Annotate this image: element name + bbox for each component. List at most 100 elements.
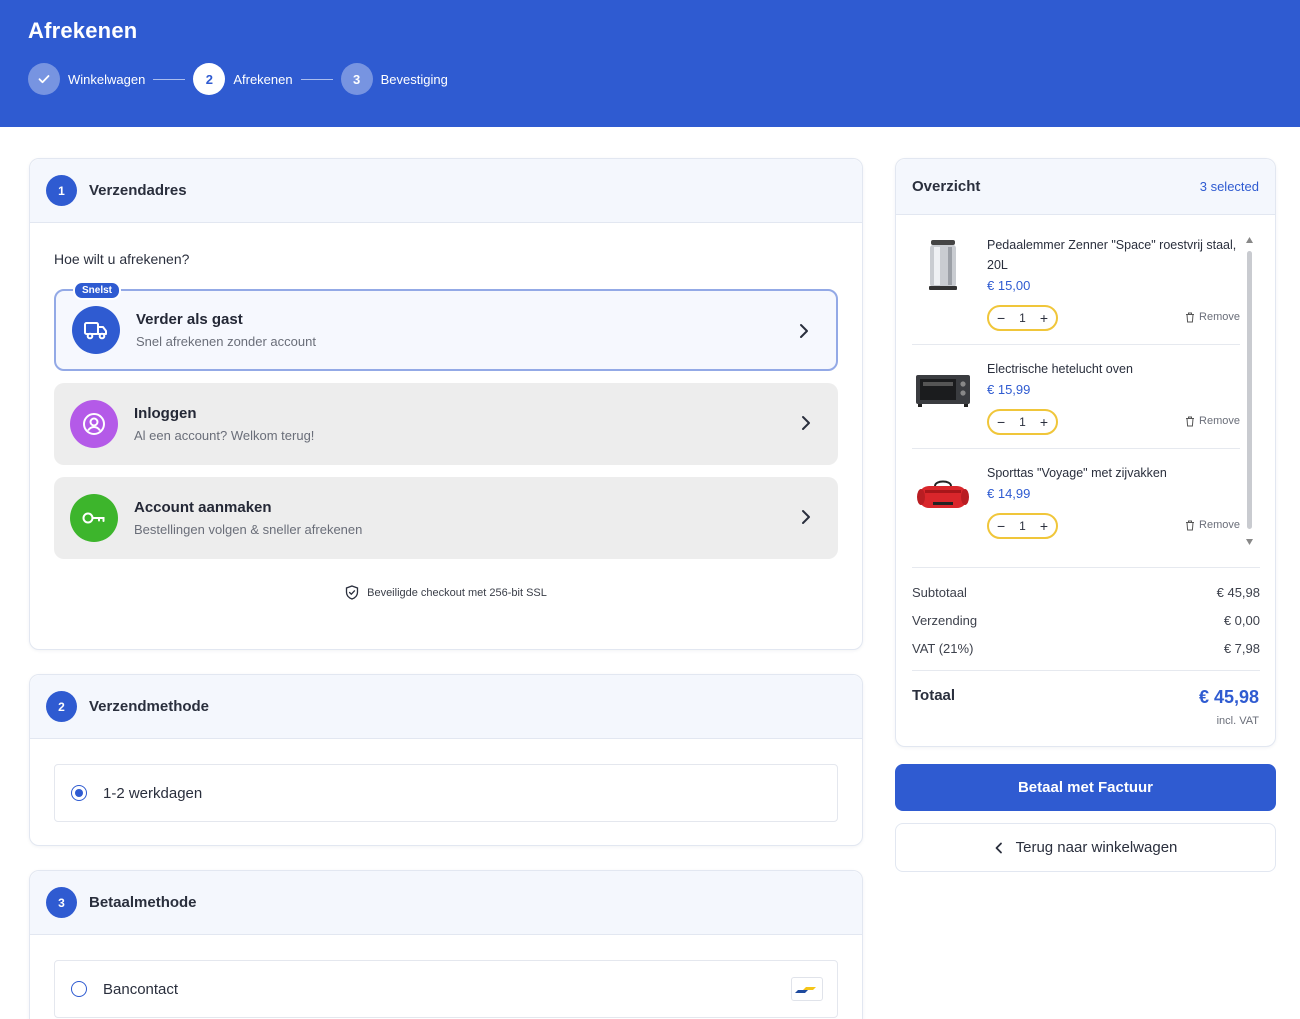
radio-selected[interactable] [71, 785, 87, 801]
totals-divider [912, 670, 1260, 671]
quantity-value: 1 [1019, 415, 1026, 429]
subtotal-value: € 45,98 [1216, 585, 1260, 600]
totals-divider [912, 567, 1260, 568]
step-afrekenen: 2 Afrekenen [193, 63, 293, 95]
radio-unselected[interactable] [71, 981, 87, 997]
option-subtitle: Bestellingen volgen & sneller afrekenen [134, 522, 363, 537]
trash-icon [1186, 312, 1195, 322]
summary-header: Overzicht 3 selected [896, 159, 1275, 215]
option-subtitle: Al een account? Welkom terug! [134, 428, 315, 443]
section-title: Verzendadres [89, 182, 187, 199]
section-number: 1 [46, 175, 77, 206]
shield-check-icon [345, 585, 359, 600]
vat-label: VAT (21%) [912, 641, 974, 656]
remove-label: Remove [1199, 519, 1240, 531]
header-bar: Afrekenen Winkelwagen 2 Afrekenen 3 Beve… [0, 0, 1300, 127]
item-name: Sporttas "Voyage" met zijvakken [987, 466, 1167, 480]
remove-button[interactable]: Remove [1185, 519, 1240, 531]
plus-icon[interactable]: + [1040, 415, 1048, 429]
step-connector [153, 78, 186, 80]
remove-label: Remove [1199, 415, 1240, 427]
checkout-question: Hoe wilt u afrekenen? [54, 251, 190, 267]
secure-text: Beveiligde checkout met 256-bit SSL [367, 586, 547, 599]
payment-option-label: Bancontact [103, 980, 179, 998]
quantity-stepper[interactable]: − 1 + [987, 409, 1058, 435]
payment-method-card: 3 Betaalmethode Bancontact [29, 870, 863, 1019]
option-subtitle: Snel afrekenen zonder account [136, 334, 316, 349]
option-title: Inloggen [134, 405, 197, 422]
quantity-stepper[interactable]: − 1 + [987, 305, 1058, 331]
item-divider [912, 448, 1240, 449]
guest-checkout-option[interactable]: Snelst Verder als gast Snel afrekenen zo… [54, 281, 838, 371]
create-account-option[interactable]: Account aanmaken Bestellingen volgen & s… [54, 477, 838, 559]
quantity-stepper[interactable]: − 1 + [987, 513, 1058, 539]
vat-value: € 7,98 [1223, 641, 1260, 656]
quantity-value: 1 [1019, 311, 1026, 325]
minus-icon[interactable]: − [997, 415, 1005, 429]
item-price: € 15,00 [987, 278, 1031, 293]
bancontact-logo-icon [791, 977, 823, 1001]
scroll-up-icon[interactable] [1246, 237, 1253, 243]
plus-icon[interactable]: + [1040, 519, 1048, 533]
step-label: Winkelwagen [68, 71, 146, 87]
item-divider [912, 344, 1240, 345]
option-title: Account aanmaken [134, 499, 272, 516]
login-option[interactable]: Inloggen Al een account? Welkom terug! [54, 383, 838, 465]
checkout-steps: Winkelwagen 2 Afrekenen 3 Bevestiging [28, 63, 448, 95]
step-number: 2 [193, 63, 226, 95]
step-bevestiging: 3 Bevestiging [340, 63, 448, 95]
cart-item: Sporttas "Voyage" met zijvakken € 14,99 … [912, 463, 1240, 567]
page-title: Afrekenen [28, 18, 138, 43]
shipping-option-1-2-days[interactable]: 1-2 werkdagen [54, 764, 838, 822]
total-value: € 45,98 [1198, 687, 1259, 707]
secure-checkout-note: Beveiligde checkout met 256-bit SSL [30, 585, 862, 600]
fastest-badge: Snelst [73, 281, 122, 300]
section-number: 3 [46, 887, 77, 918]
section-header: 2 Verzendmethode [30, 675, 862, 739]
shipping-value: € 0,00 [1223, 613, 1260, 628]
pay-invoice-button[interactable]: Betaal met Factuur [895, 764, 1276, 811]
back-label: Terug naar winkelwagen [1015, 839, 1178, 856]
shipping-method-card: 2 Verzendmethode 1-2 werkdagen [29, 674, 863, 846]
shipping-row: Verzending € 0,00 [912, 613, 1260, 628]
trash-icon [1186, 520, 1195, 530]
item-name: Pedaalemmer Zenner "Space" roestvrij sta… [987, 238, 1237, 272]
vat-row: VAT (21%) € 7,98 [912, 641, 1260, 656]
order-summary-card: Overzicht 3 selected Pedaalemmer Zenner … [895, 158, 1276, 747]
truck-icon [72, 306, 120, 354]
item-price: € 15,99 [987, 382, 1031, 397]
trash-icon [1186, 416, 1195, 426]
check-icon [28, 63, 60, 95]
quantity-value: 1 [1019, 519, 1026, 533]
remove-button[interactable]: Remove [1185, 415, 1240, 427]
section-number: 2 [46, 691, 77, 722]
plus-icon[interactable]: + [1040, 311, 1048, 325]
chevron-right-icon [802, 510, 810, 524]
scroll-thumb[interactable] [1247, 251, 1252, 529]
summary-title: Overzicht [912, 178, 981, 195]
selected-count[interactable]: 3 selected [1200, 179, 1259, 194]
item-name: Electrische hetelucht oven [987, 362, 1133, 376]
section-header: 1 Verzendadres [30, 159, 862, 223]
step-label: Bevestiging [380, 71, 448, 87]
option-title: Verder als gast [136, 311, 243, 328]
items-scrollbar[interactable] [1246, 237, 1253, 547]
remove-button[interactable]: Remove [1185, 311, 1240, 323]
step-label: Afrekenen [233, 71, 293, 87]
minus-icon[interactable]: − [997, 519, 1005, 533]
chevron-right-icon [800, 324, 808, 338]
section-title: Betaalmethode [89, 894, 197, 911]
payment-option-bancontact[interactable]: Bancontact [54, 960, 838, 1018]
subtotal-label: Subtotaal [912, 585, 967, 600]
step-number: 3 [340, 63, 373, 95]
scroll-down-icon[interactable] [1246, 539, 1253, 545]
remove-label: Remove [1199, 311, 1240, 323]
back-to-cart-button[interactable]: Terug naar winkelwagen [895, 823, 1276, 872]
item-price: € 14,99 [987, 486, 1031, 501]
section-header: 3 Betaalmethode [30, 871, 862, 935]
cart-item: Pedaalemmer Zenner "Space" roestvrij sta… [912, 235, 1240, 339]
minus-icon[interactable]: − [997, 311, 1005, 325]
trash-bin-image [912, 235, 974, 297]
step-winkelwagen[interactable]: Winkelwagen [28, 63, 145, 95]
section-title: Verzendmethode [89, 698, 210, 715]
